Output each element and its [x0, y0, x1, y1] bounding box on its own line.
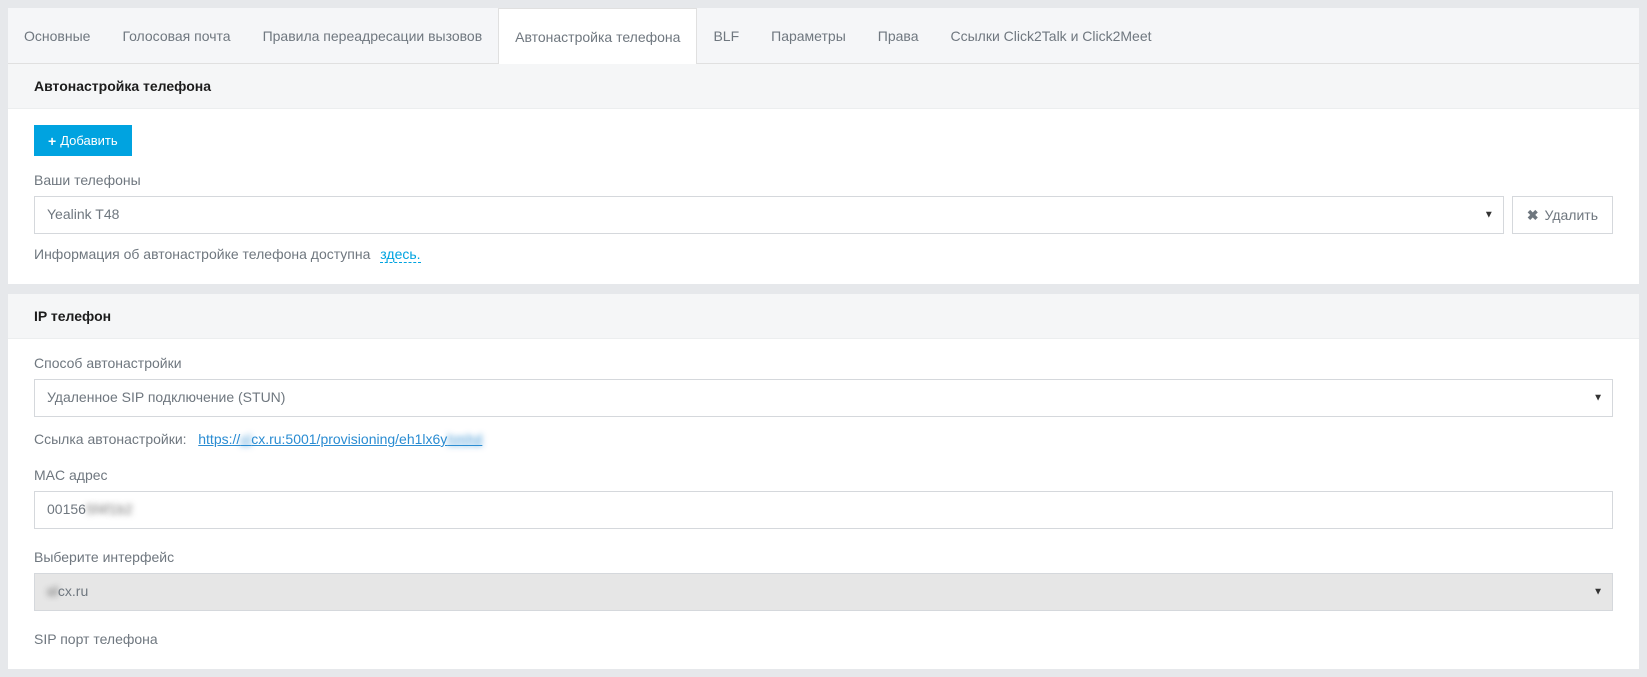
autoconfig-heading: Автонастройка телефона: [8, 64, 1639, 109]
tab-main[interactable]: Основные: [8, 8, 106, 63]
ip-phone-panel: IP телефон Способ автонастройки Удаленно…: [8, 294, 1639, 669]
provisioning-row: Ссылка автонастройки: https://olcx.ru:50…: [34, 431, 1613, 447]
tab-autoconfig[interactable]: Автонастройка телефона: [498, 8, 697, 64]
tab-links[interactable]: Ссылки Click2Talk и Click2Meet: [934, 8, 1167, 63]
mac-input[interactable]: 001565f4f1b2: [34, 491, 1613, 529]
info-text: Информация об автонастройке телефона дос…: [34, 246, 370, 262]
close-icon: ✖: [1527, 207, 1539, 224]
ip-phone-heading: IP телефон: [8, 294, 1639, 339]
delete-button-label: Удалить: [1545, 207, 1598, 223]
phone-select[interactable]: Yealink T48: [34, 196, 1504, 234]
tab-rights[interactable]: Права: [862, 8, 935, 63]
autoconfig-info: Информация об автонастройке телефона дос…: [34, 246, 1613, 262]
mac-label: MAC адрес: [34, 467, 1613, 483]
interface-label: Выберите интерфейс: [34, 549, 1613, 565]
provisioning-label: Ссылка автонастройки:: [34, 431, 187, 447]
info-link[interactable]: здесь.: [380, 246, 420, 263]
plus-icon: +: [48, 134, 56, 148]
tab-forwarding[interactable]: Правила переадресации вызовов: [247, 8, 499, 63]
method-select[interactable]: Удаленное SIP подключение (STUN): [34, 379, 1613, 417]
add-button[interactable]: + Добавить: [34, 125, 132, 156]
your-phones-label: Ваши телефоны: [34, 172, 1613, 188]
tab-params[interactable]: Параметры: [755, 8, 862, 63]
sip-port-label: SIP порт телефона: [34, 631, 1613, 647]
interface-select[interactable]: olcx.ru: [34, 573, 1613, 611]
add-button-label: Добавить: [60, 133, 117, 148]
tabs-bar: Основные Голосовая почта Правила переадр…: [8, 8, 1639, 64]
delete-button[interactable]: ✖ Удалить: [1512, 196, 1613, 234]
method-label: Способ автонастройки: [34, 355, 1613, 371]
tab-voicemail[interactable]: Голосовая почта: [106, 8, 246, 63]
autoconfig-panel: Автонастройка телефона + Добавить Ваши т…: [8, 64, 1639, 284]
tab-blf[interactable]: BLF: [697, 8, 755, 63]
provisioning-link[interactable]: https://olcx.ru:5001/provisioning/eh1lx6…: [198, 431, 482, 447]
